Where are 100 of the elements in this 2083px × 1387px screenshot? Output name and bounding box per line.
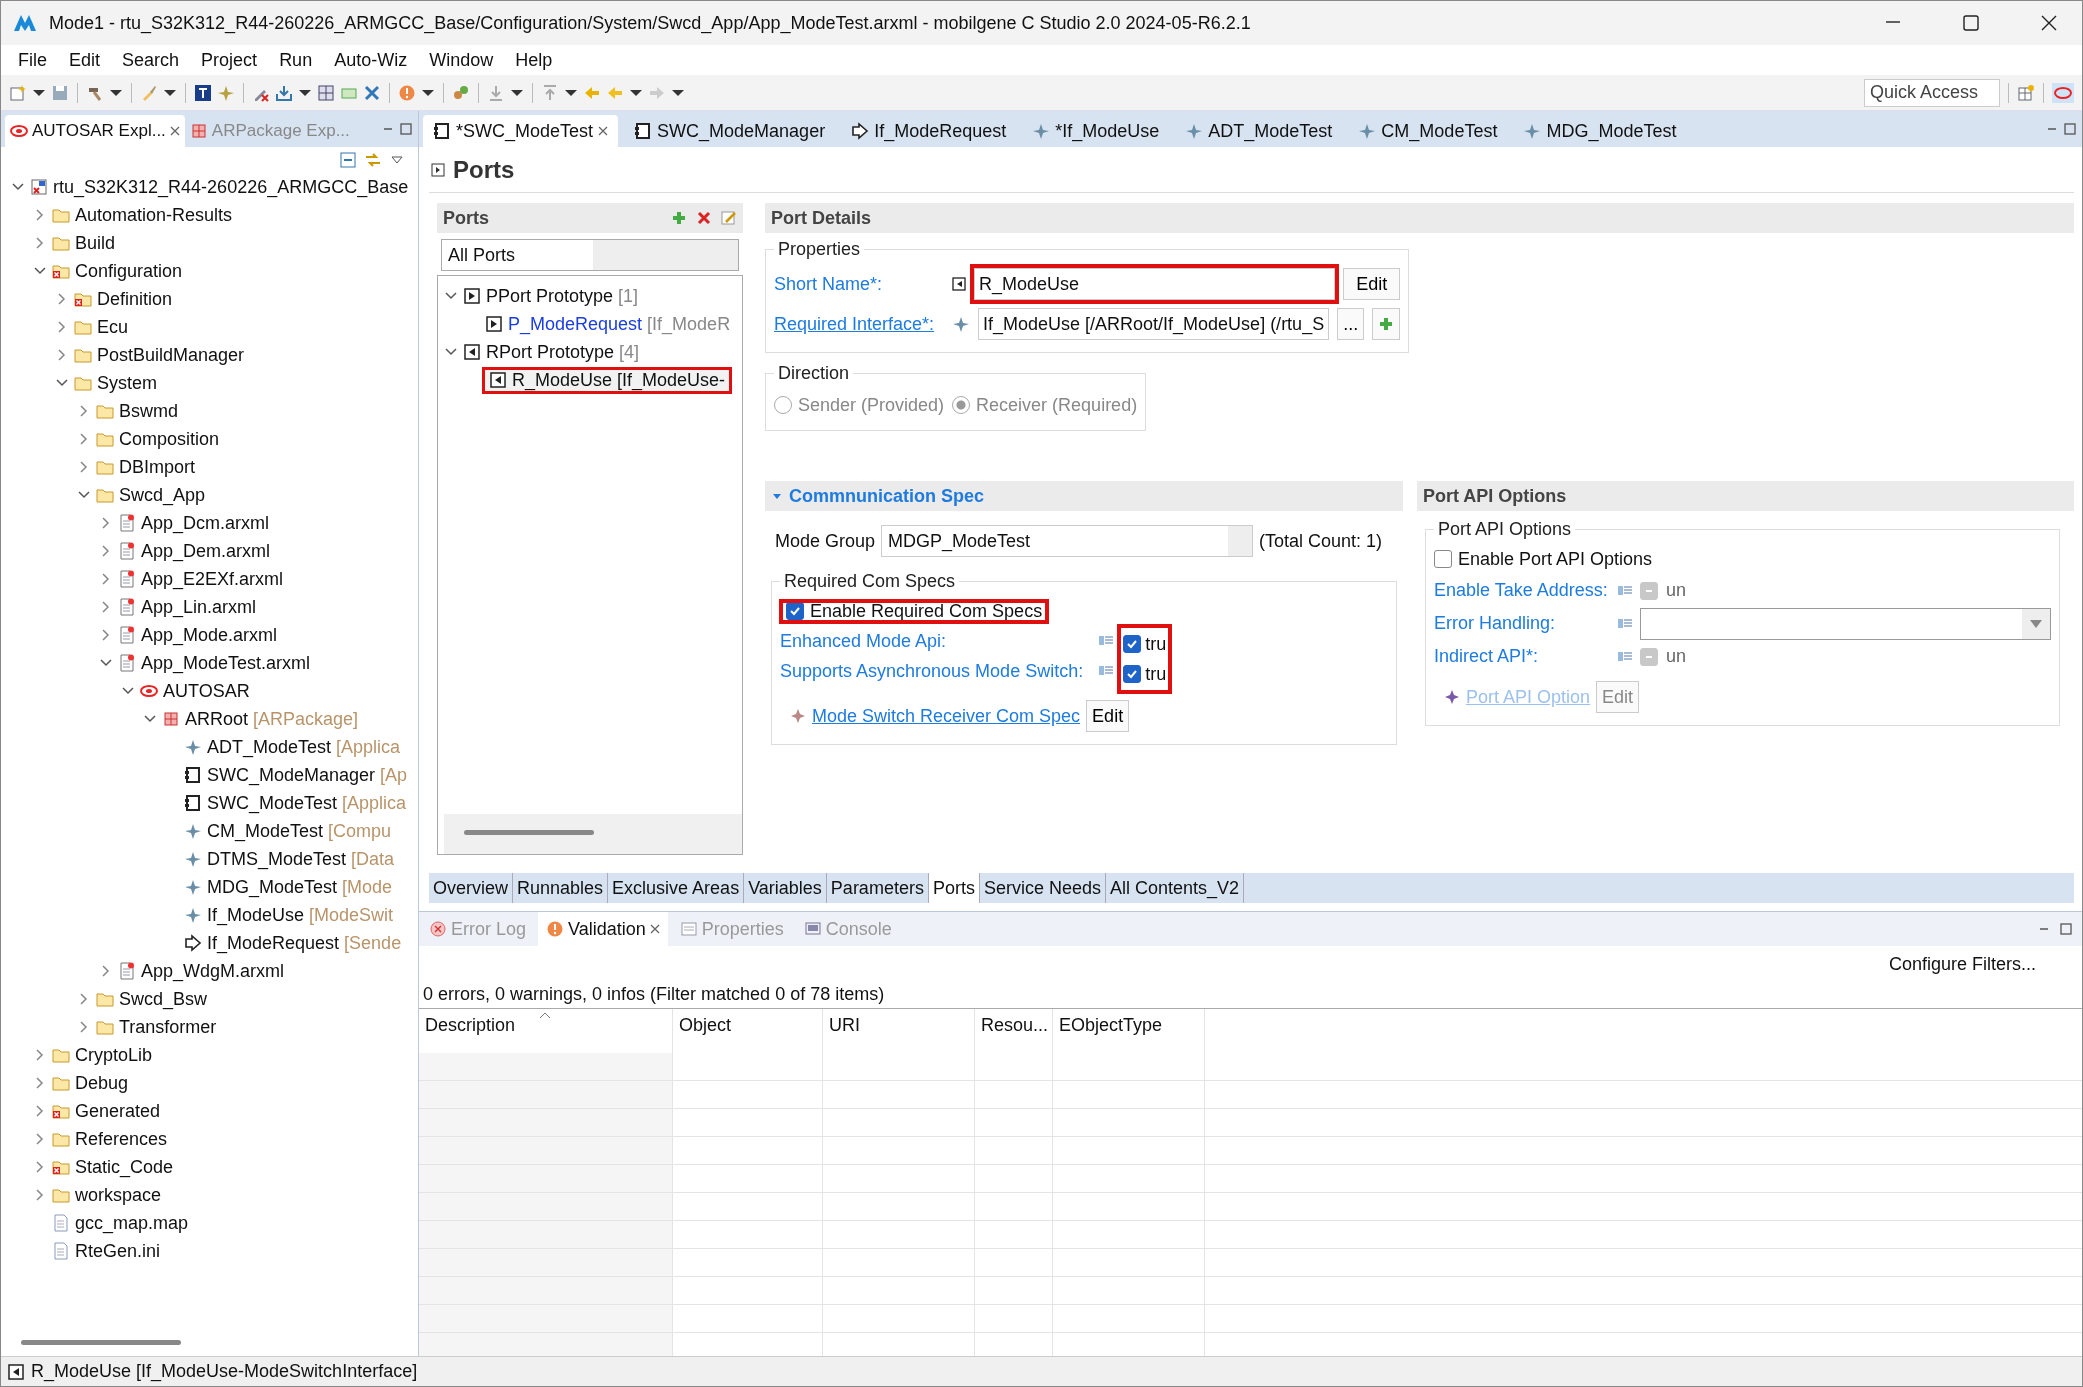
save-icon[interactable]	[51, 83, 69, 102]
editor-tab[interactable]: *SWC_ModeTest	[423, 115, 619, 147]
menu-item[interactable]: Run	[270, 47, 322, 73]
tree-item[interactable]: App_ModeTest.arxml	[141, 652, 311, 674]
mode-group-field[interactable]: MDGP_ModeTest	[881, 525, 1254, 557]
edit-button[interactable]: Edit	[1343, 268, 1401, 300]
maximize-icon[interactable]	[400, 123, 412, 135]
maximize-icon[interactable]	[2060, 923, 2072, 935]
tree-item[interactable]: SWC_ModeTest	[207, 792, 338, 814]
tree-item[interactable]: System	[97, 372, 157, 394]
editor-tab[interactable]: SWC_ModeManager	[624, 115, 836, 147]
cross-icon[interactable]	[363, 83, 381, 102]
tree-item[interactable]: App_Dem.arxml	[141, 540, 271, 562]
field-link[interactable]: Required Interface*:	[774, 313, 944, 335]
tree-item[interactable]: Ecu	[97, 316, 129, 338]
quick-access-field[interactable]: Quick Access	[1864, 78, 2000, 107]
filter-field[interactable]: All Ports	[441, 239, 739, 271]
page-tab[interactable]: Service Needs	[979, 873, 1106, 903]
tree-item[interactable]: PostBuildManager	[97, 344, 245, 366]
tree-item[interactable]: Automation-Results	[75, 204, 233, 226]
tree-item[interactable]: Composition	[119, 428, 220, 450]
tree-item[interactable]: workspace	[75, 1184, 162, 1206]
tree-item[interactable]: App_E2EXf.arxml	[141, 568, 284, 590]
page-tab[interactable]: Ports	[928, 873, 980, 903]
menu-item[interactable]: Project	[192, 47, 267, 73]
tree-item[interactable]: RPort Prototype	[486, 341, 615, 363]
download-icon[interactable]	[487, 83, 505, 102]
tree-item[interactable]: App_WdgM.arxml	[141, 960, 285, 982]
close-icon[interactable]	[2040, 14, 2058, 32]
browse-button[interactable]: ...	[1337, 308, 1365, 340]
tree-item[interactable]: CM_ModeTest	[207, 820, 324, 842]
editor-tab[interactable]: *If_ModeUse	[1022, 115, 1170, 147]
column-header[interactable]: URI	[823, 1009, 975, 1053]
text-icon[interactable]	[194, 83, 212, 102]
edit-button[interactable]: Edit	[1086, 700, 1130, 732]
tree-item[interactable]: App_Dcm.arxml	[141, 512, 270, 534]
table-icon[interactable]	[317, 83, 335, 102]
page-tab[interactable]: Overview	[429, 873, 513, 903]
tree-item[interactable]: P_ModeRequest	[508, 313, 643, 335]
view-tab[interactable]: Validation	[538, 912, 668, 946]
ring-icon[interactable]	[2052, 82, 2074, 103]
menu-item[interactable]: Auto-Wiz	[325, 47, 417, 73]
maximize-icon[interactable]	[1962, 14, 1980, 32]
tree-item[interactable]: gcc_map.map	[75, 1212, 189, 1234]
tree-item[interactable]: Swcd_Bsw	[119, 988, 208, 1010]
gears-icon[interactable]	[452, 83, 470, 102]
page-tab[interactable]: Variables	[744, 873, 827, 903]
edit-icon[interactable]	[721, 210, 737, 226]
checkbox[interactable]	[1434, 550, 1452, 568]
menu-item[interactable]: Search	[113, 47, 189, 73]
column-header[interactable]: Description	[419, 1009, 673, 1053]
scrollbar-thumb[interactable]	[21, 1340, 181, 1345]
view-tab[interactable]: AUTOSAR Expl...	[5, 115, 185, 147]
page-tab[interactable]: Runnables	[513, 873, 609, 903]
tree-item[interactable]: Transformer	[119, 1016, 217, 1038]
collapse-all-icon[interactable]	[340, 152, 356, 168]
tree-item[interactable]: Configuration	[75, 260, 183, 282]
checkbox[interactable]	[1123, 635, 1142, 653]
com-spec-link[interactable]: Mode Switch Receiver Com Spec	[812, 705, 1081, 727]
scrollbar-thumb[interactable]	[464, 830, 594, 835]
menu-item[interactable]: Help	[506, 47, 562, 73]
delete-icon[interactable]	[696, 210, 712, 226]
tree-item[interactable]: DTMS_ModeTest	[207, 848, 347, 870]
tree-item[interactable]: MDG_ModeTest	[207, 876, 338, 898]
tree-item[interactable]: App_Lin.arxml	[141, 596, 257, 618]
tree-item[interactable]: ADT_ModeTest	[207, 736, 332, 758]
import-icon[interactable]	[275, 83, 293, 102]
tree-item[interactable]: Build	[75, 232, 116, 254]
editor-tab[interactable]: ADT_ModeTest	[1175, 115, 1343, 147]
tree-item[interactable]: AUTOSAR	[163, 680, 250, 702]
page-tab[interactable]: Parameters	[826, 873, 929, 903]
tree-item[interactable]: Swcd_App	[119, 484, 206, 506]
tree-item[interactable]: Definition	[97, 288, 173, 310]
tree-item[interactable]: Debug	[75, 1072, 129, 1094]
column-header[interactable]: Object	[673, 1009, 823, 1053]
tree-item[interactable]: DBImport	[119, 456, 196, 478]
editor-tab[interactable]: If_ModeRequest	[841, 115, 1017, 147]
add-icon[interactable]	[671, 210, 687, 226]
configure-filters-button[interactable]: Configure Filters...	[1888, 953, 2036, 975]
menu-item[interactable]: Window	[420, 47, 503, 73]
tree-item[interactable]: SWC_ModeManager	[207, 764, 376, 786]
link-icon[interactable]	[364, 152, 382, 168]
tree-item[interactable]: If_ModeUse	[207, 904, 305, 926]
editor-tab[interactable]: MDG_ModeTest	[1513, 115, 1687, 147]
warning-icon[interactable]	[398, 83, 416, 102]
tree-item[interactable]: CryptoLib	[75, 1044, 153, 1066]
perspective-icon[interactable]	[2017, 83, 2035, 102]
collapse-icon[interactable]	[431, 162, 445, 177]
interface-field[interactable]: If_ModeUse [/ARRoot/If_ModeUse] (/rtu_S	[978, 308, 1330, 340]
menu-item[interactable]: Edit	[60, 47, 110, 73]
tree-item[interactable]: Bswmd	[119, 400, 178, 422]
column-header[interactable]: Resou...	[975, 1009, 1053, 1053]
editor-tab[interactable]: CM_ModeTest	[1348, 115, 1508, 147]
tree-item[interactable]: RteGen.ini	[75, 1240, 161, 1262]
page-tab[interactable]: All Contents_V2	[1106, 873, 1245, 903]
checkbox[interactable]	[1123, 665, 1142, 683]
upload-icon[interactable]	[541, 83, 559, 102]
tree-item[interactable]: Generated	[75, 1100, 161, 1122]
new-icon[interactable]	[9, 83, 27, 102]
column-header[interactable]: EObjectType	[1053, 1009, 1205, 1053]
